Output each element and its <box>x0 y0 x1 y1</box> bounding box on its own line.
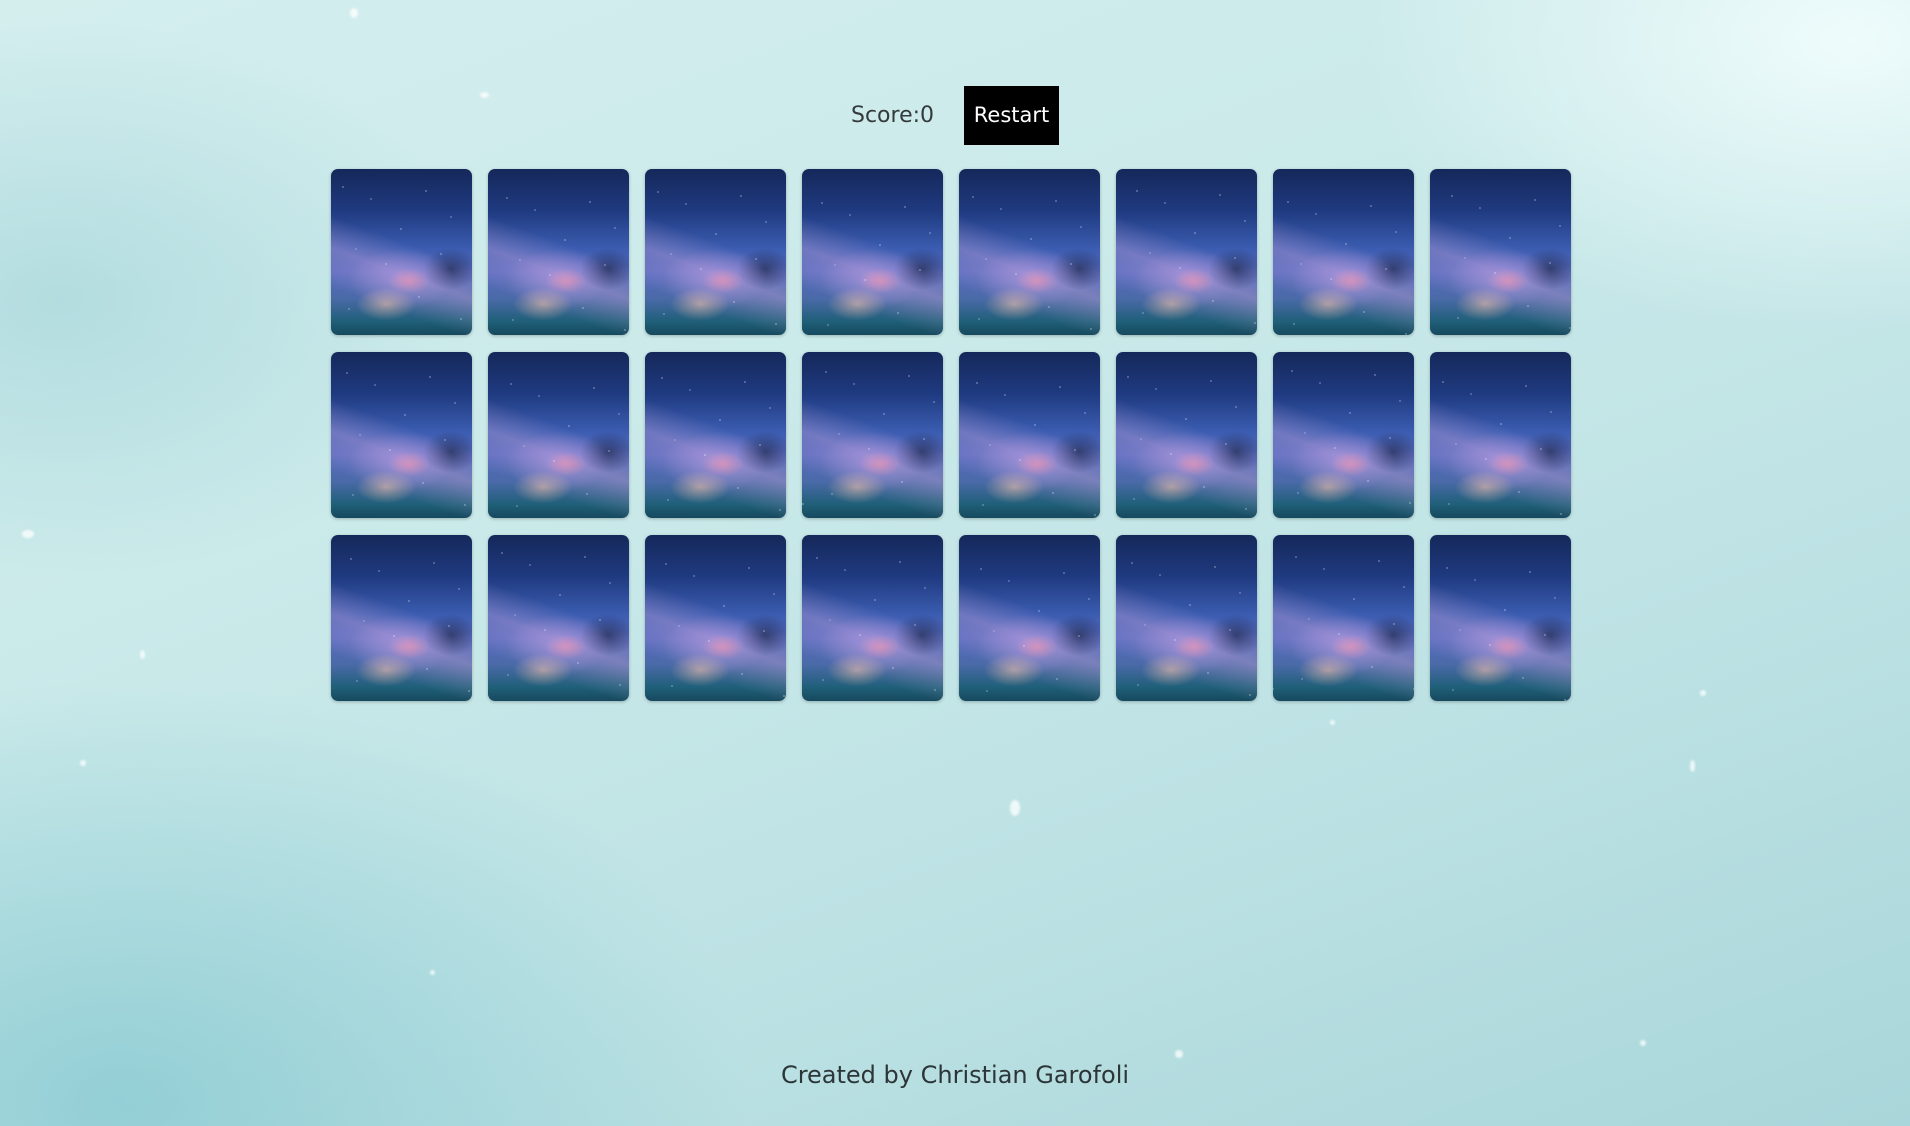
galaxy-card-back-image <box>488 169 629 335</box>
galaxy-card-back-image <box>488 535 629 701</box>
galaxy-card-back-image <box>645 352 786 518</box>
memory-card[interactable] <box>1430 169 1571 335</box>
memory-card[interactable] <box>1116 535 1257 701</box>
galaxy-card-back-image <box>1430 352 1571 518</box>
galaxy-card-back-image <box>1430 535 1571 701</box>
score-bar: Score:0 Restart <box>0 86 1910 145</box>
memory-card[interactable] <box>1273 352 1414 518</box>
galaxy-card-back-image <box>959 169 1100 335</box>
memory-card[interactable] <box>802 535 943 701</box>
restart-button[interactable]: Restart <box>964 86 1059 145</box>
galaxy-card-back-image <box>1430 169 1571 335</box>
memory-card[interactable] <box>1116 169 1257 335</box>
memory-card[interactable] <box>959 535 1100 701</box>
card-grid <box>331 169 1571 701</box>
galaxy-card-back-image <box>1116 169 1257 335</box>
galaxy-card-back-image <box>331 352 472 518</box>
memory-card[interactable] <box>959 169 1100 335</box>
memory-card[interactable] <box>1273 169 1414 335</box>
memory-card[interactable] <box>645 169 786 335</box>
score-value: 0 <box>920 103 935 128</box>
memory-card[interactable] <box>331 535 472 701</box>
galaxy-card-back-image <box>802 535 943 701</box>
memory-card[interactable] <box>331 169 472 335</box>
galaxy-card-back-image <box>488 352 629 518</box>
memory-card[interactable] <box>959 352 1100 518</box>
memory-card[interactable] <box>802 169 943 335</box>
footer-credit: Created by Christian Garofoli <box>780 1061 1130 1089</box>
memory-card[interactable] <box>1273 535 1414 701</box>
memory-card[interactable] <box>645 352 786 518</box>
galaxy-card-back-image <box>645 535 786 701</box>
galaxy-card-back-image <box>1273 352 1414 518</box>
memory-card[interactable] <box>1430 352 1571 518</box>
memory-card[interactable] <box>645 535 786 701</box>
galaxy-card-back-image <box>331 169 472 335</box>
galaxy-card-back-image <box>645 169 786 335</box>
galaxy-card-back-image <box>1273 535 1414 701</box>
memory-card[interactable] <box>331 352 472 518</box>
galaxy-card-back-image <box>1116 535 1257 701</box>
score-label: Score: <box>851 103 921 128</box>
galaxy-card-back-image <box>802 169 943 335</box>
memory-card[interactable] <box>1430 535 1571 701</box>
memory-card[interactable] <box>488 535 629 701</box>
galaxy-card-back-image <box>1116 352 1257 518</box>
galaxy-card-back-image <box>1273 169 1414 335</box>
score-display: Score:0 <box>851 86 934 145</box>
memory-card[interactable] <box>488 352 629 518</box>
memory-card[interactable] <box>802 352 943 518</box>
galaxy-card-back-image <box>802 352 943 518</box>
memory-card[interactable] <box>488 169 629 335</box>
galaxy-card-back-image <box>959 352 1100 518</box>
memory-card[interactable] <box>1116 352 1257 518</box>
galaxy-card-back-image <box>959 535 1100 701</box>
galaxy-card-back-image <box>331 535 472 701</box>
